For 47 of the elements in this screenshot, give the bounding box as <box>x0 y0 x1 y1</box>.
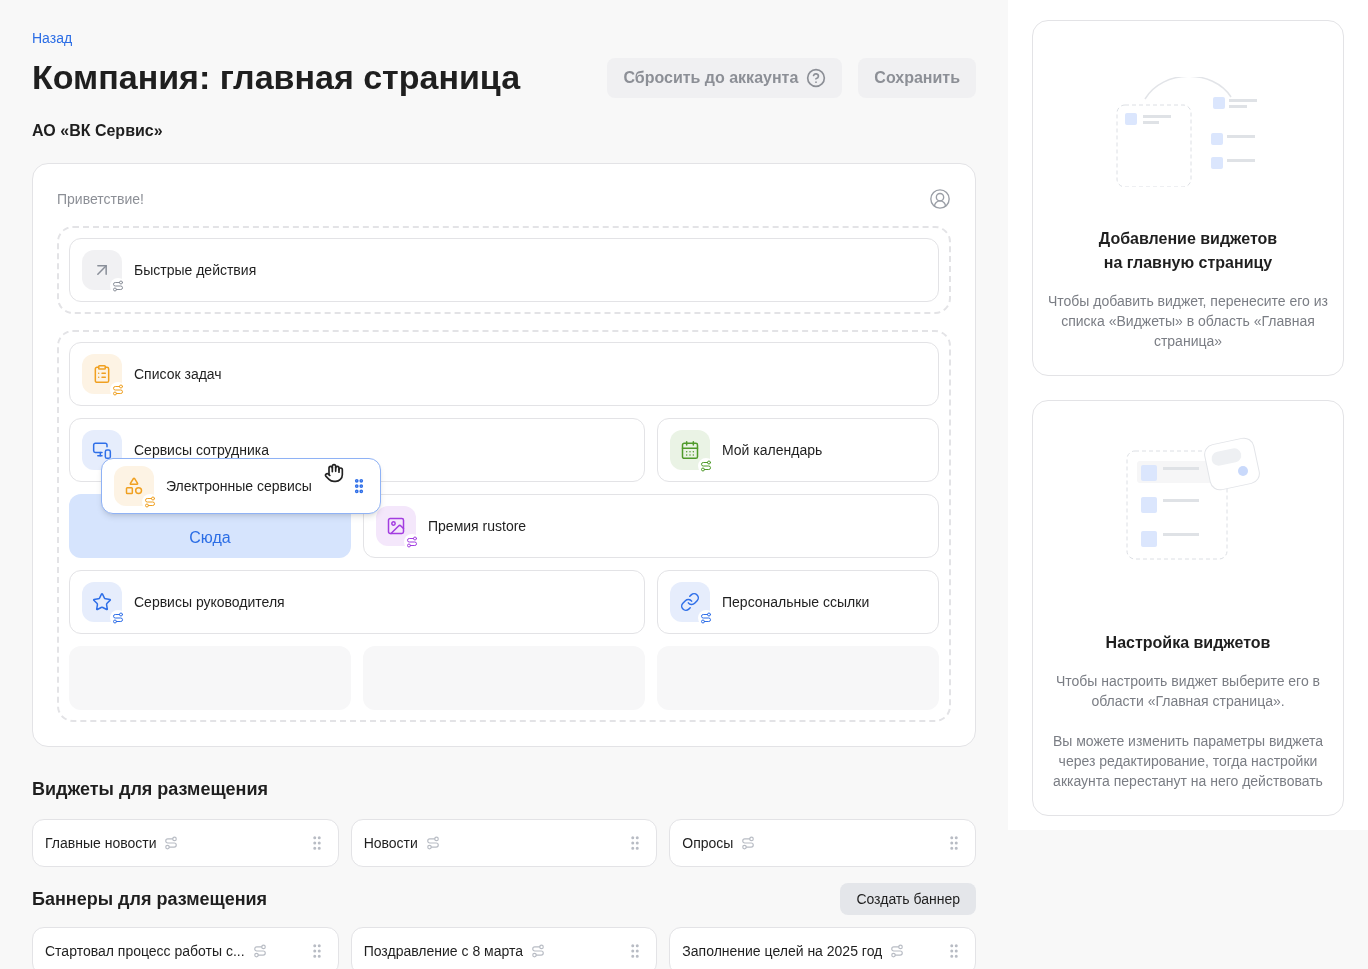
route-icon <box>164 836 179 850</box>
widget-chip[interactable]: Стартовал процесс работы с... <box>32 927 339 969</box>
widget-card[interactable]: Мой календарь <box>657 418 939 482</box>
widget-title: Мой календарь <box>722 441 823 460</box>
widget-title: Список задач <box>134 365 222 384</box>
dragged-widget-card[interactable]: Электронные сервисы <box>101 458 381 514</box>
help-text: Чтобы настроить виджет выберите его в области «Главная страница». <box>1054 672 1322 711</box>
chip-title: Главные новости <box>45 834 157 853</box>
widget-chip[interactable]: Главные новости <box>32 819 339 867</box>
widget-chip[interactable]: Поздравление с 8 марта <box>350 927 658 969</box>
greeting-text: Приветствие! <box>57 190 144 209</box>
page-title: Компания: главная страница <box>32 57 521 98</box>
help-text: Чтобы добавить виджет, перенесите его из списка «Виджеты» в область «Главная страница» <box>1046 292 1330 351</box>
widget-card[interactable]: Персональные ссылки <box>657 570 939 634</box>
section-title: Виджеты для размещения <box>32 778 270 801</box>
create-banner-button[interactable]: Создать баннер <box>840 883 976 915</box>
widget-chip[interactable]: Опросы <box>669 819 976 867</box>
widget-chip[interactable]: Заполнение целей на 2025 год <box>669 927 976 969</box>
back-link[interactable]: Назад <box>32 28 73 48</box>
route-icon <box>425 836 440 850</box>
route-icon <box>252 944 267 958</box>
route-icon <box>741 836 756 850</box>
widget-title: Сервисы сотрудника <box>134 441 270 460</box>
help-icon <box>806 67 827 88</box>
widget-card[interactable]: Быстрые действия <box>69 238 939 302</box>
widget-title: Быстрые действия <box>134 261 257 280</box>
widget-title: Персональные ссылки <box>722 593 870 612</box>
help-text: Вы можете изменить параметры виджета через редактирование, тогда настройки аккаунта перестанут на него действовать <box>1051 732 1325 791</box>
widget-title: Сервисы руководителя <box>134 593 285 612</box>
widget-chip[interactable]: Новости <box>350 819 658 867</box>
user-icon[interactable] <box>929 188 951 210</box>
chip-title: Поздравление с 8 марта <box>363 942 523 961</box>
company-name: АО «ВК Сервис» <box>32 121 164 141</box>
widget-card[interactable]: Список задач <box>69 342 939 406</box>
widget-title: Премия rustore <box>428 517 527 536</box>
route-icon <box>531 944 545 958</box>
chip-title: Опросы <box>682 834 734 853</box>
widget-card[interactable]: Премия rustore <box>363 494 939 558</box>
route-icon <box>890 944 905 958</box>
section-title: Баннеры для размещения <box>32 888 268 911</box>
widget-card[interactable]: Сервисы руководителя <box>69 570 645 634</box>
chip-title: Стартовал процесс работы с... <box>45 942 245 961</box>
grab-cursor-icon <box>324 463 344 483</box>
chip-title: Новости <box>363 834 418 853</box>
help-title: Добавление виджетов на главную страницу <box>1098 229 1278 273</box>
chip-title: Заполнение целей на 2025 год <box>682 942 883 961</box>
help-title: Настройка виджетов <box>1105 633 1271 653</box>
